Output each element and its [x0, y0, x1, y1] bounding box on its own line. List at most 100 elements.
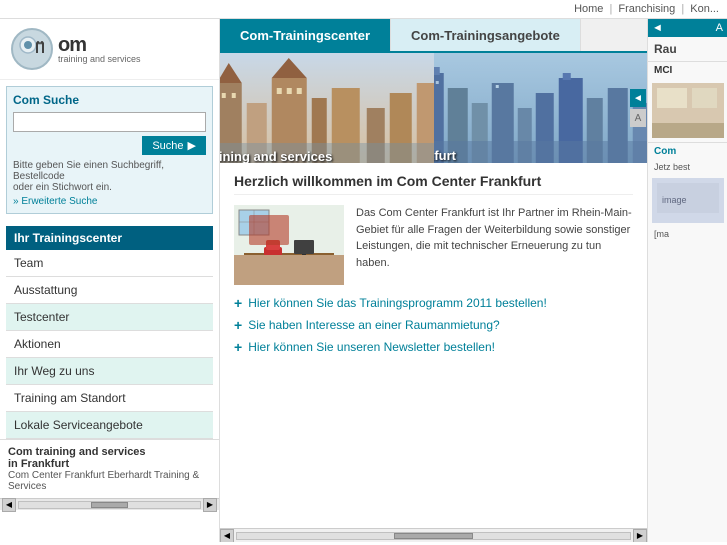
sidebar-item-label: Ihr Weg zu uns [14, 364, 94, 378]
search-hint: Bitte geben Sie einen Suchbegriff, Beste… [13, 160, 206, 193]
right-panel-com: Com [648, 142, 727, 160]
right-panel: ◄ A Rau MCI Com Jetz best image [ma [647, 19, 727, 542]
sidebar-item-team[interactable]: Team [6, 250, 213, 277]
link-plus-icon-1: + [234, 295, 242, 311]
svg-text:image: image [662, 195, 687, 205]
link-trainingsprogramm[interactable]: Hier können Sie das Trainingsprogramm 20… [248, 296, 547, 310]
search-hint-line1: Bitte geben Sie einen Suchbegriff, Beste… [13, 160, 164, 182]
search-input[interactable] [13, 112, 206, 132]
sidebar-bottom-text-line1: Com Center Frankfurt Eberhardt Training … [8, 470, 199, 481]
hero-navigation: ◄ A [629, 53, 647, 163]
hero-arrow-left[interactable]: ◄ [630, 89, 646, 107]
sidebar-item-training-standort[interactable]: Training am Standort [6, 385, 213, 412]
sidebar-item-aktionen[interactable]: Aktionen [6, 331, 213, 358]
sidebar-bottom: Com training and services in Frankfurt C… [0, 439, 219, 498]
logo-icon [10, 27, 54, 71]
bottom-scrollbar[interactable]: ◀ ▶ [220, 528, 647, 542]
sidebar-bottom-title-line1: Com training and services [8, 446, 146, 458]
right-panel-jetzt: Jetz best [648, 160, 727, 174]
room-image-svg [234, 205, 344, 285]
link-row-2: + Sie haben Interesse an einer Raumanmie… [234, 317, 633, 333]
main-layout: om training and services Com Suche Suche… [0, 19, 727, 542]
right-panel-img2-svg: image [652, 178, 724, 223]
top-navigation: Home | Franchising | Kon... [0, 0, 727, 19]
svg-text:in Frankfurt: in Frankfurt [434, 148, 457, 163]
sidebar-item-testcenter[interactable]: Testcenter [6, 304, 213, 331]
sidebar-item-ihr-weg[interactable]: Ihr Weg zu uns [6, 358, 213, 385]
scroll-right-btn[interactable]: ▶ [203, 498, 217, 512]
link-plus-icon-3: + [234, 339, 242, 355]
scroll-track-main [236, 532, 631, 540]
hero-area: Com training and services [220, 53, 647, 163]
trainingcenter-section: Ihr Trainingscenter Team Ausstattung Tes… [6, 226, 213, 439]
sidebar-item-lokale-service[interactable]: Lokale Serviceangebote [6, 412, 213, 439]
kontakt-link[interactable]: Kon... [690, 3, 719, 15]
sidebar-item-label: Ausstattung [14, 283, 77, 297]
sep2: | [681, 3, 684, 15]
sidebar-scrollbar[interactable]: ◀ ▶ [0, 498, 219, 510]
link-newsletter[interactable]: Hier können Sie unseren Newsletter beste… [248, 340, 495, 354]
logo-text: om training and services [58, 34, 141, 64]
sidebar-item-label: Testcenter [14, 310, 69, 324]
link-raumanmietung[interactable]: Sie haben Interesse an einer Raumanmietu… [248, 318, 500, 332]
right-panel-mail: [ma [648, 227, 727, 241]
right-panel-img-svg [652, 83, 724, 138]
search-title: Com Suche [13, 93, 206, 107]
scroll-left-btn[interactable]: ◀ [220, 529, 234, 543]
welcome-heading: Herzlich willkommen im Com Center Frankf… [234, 173, 633, 195]
scroll-left-btn[interactable]: ◀ [2, 498, 16, 512]
sidebar-item-label: Lokale Serviceangebote [14, 418, 143, 432]
scroll-thumb-main [394, 533, 473, 539]
search-button[interactable]: Suche ▶ [142, 136, 206, 155]
hero-arrow-right[interactable]: A [630, 109, 646, 127]
hero-left-svg: Com training and services [220, 53, 434, 163]
sidebar-bottom-text-line2: Services [8, 481, 46, 492]
logo-area: om training and services [0, 19, 219, 80]
right-panel-label: A [716, 22, 723, 34]
hero-right-svg: in Frankfurt [434, 53, 648, 163]
sidebar-item-ausstattung[interactable]: Ausstattung [6, 277, 213, 304]
right-panel-image-2: image [652, 178, 724, 223]
sidebar: om training and services Com Suche Suche… [0, 19, 220, 542]
search-hint-line2: oder ein Stichwort ein. [13, 182, 112, 193]
sep1: | [609, 3, 612, 15]
tagline: training and services [58, 54, 141, 64]
tabs-row: Com-Trainingscenter Com-Trainingsangebot… [220, 19, 647, 53]
sidebar-bottom-title: Com training and services in Frankfurt [8, 446, 211, 470]
right-panel-subtitle: MCI [648, 62, 727, 79]
search-section: Com Suche Suche ▶ Bitte geben Sie einen … [6, 86, 213, 214]
tab-label: Com-Trainingscenter [240, 28, 370, 43]
hero-image-left: Com training and services [220, 53, 434, 163]
hero-image-right: in Frankfurt [434, 53, 648, 163]
brand-name: om [58, 34, 86, 56]
link-row-3: + Hier können Sie unseren Newsletter bes… [234, 339, 633, 355]
right-panel-image-1 [652, 83, 724, 138]
tab-label: Com-Trainingsangebote [411, 28, 560, 43]
search-arrow-icon: ▶ [188, 139, 196, 152]
franchising-link[interactable]: Franchising [618, 3, 675, 15]
tab-trainingscenter[interactable]: Com-Trainingscenter [220, 19, 391, 51]
welcome-section: Herzlich willkommen im Com Center Frankf… [220, 163, 647, 528]
welcome-image [234, 205, 344, 285]
home-link[interactable]: Home [574, 3, 603, 15]
tab-trainingsangebote[interactable]: Com-Trainingsangebote [391, 19, 581, 51]
sidebar-bottom-title-line2: in Frankfurt [8, 458, 69, 470]
sidebar-bottom-text: Com Center Frankfurt Eberhardt Training … [8, 470, 211, 492]
main-content: Com-Trainingscenter Com-Trainingsangebot… [220, 19, 647, 542]
svg-text:Com training and services: Com training and services [220, 149, 332, 163]
welcome-inner: Das Com Center Frankfurt ist Ihr Partner… [234, 205, 633, 285]
scroll-track [18, 501, 201, 509]
search-button-label: Suche [152, 140, 183, 152]
sidebar-item-label: Training am Standort [14, 391, 126, 405]
link-plus-icon-2: + [234, 317, 242, 333]
trainingcenter-header: Ihr Trainingscenter [6, 226, 213, 250]
sidebar-item-label: Team [14, 256, 43, 270]
scroll-right-btn[interactable]: ▶ [633, 529, 647, 543]
sidebar-item-label: Aktionen [14, 337, 61, 351]
right-panel-title: Rau [648, 37, 727, 62]
link-row-1: + Hier können Sie das Trainingsprogramm … [234, 295, 633, 311]
right-panel-arrow-left[interactable]: ◄ [652, 22, 663, 34]
scroll-thumb [91, 502, 127, 508]
erweiterte-suche-link[interactable]: » Erweiterte Suche [13, 196, 206, 207]
welcome-body-text: Das Com Center Frankfurt ist Ihr Partner… [356, 205, 633, 285]
